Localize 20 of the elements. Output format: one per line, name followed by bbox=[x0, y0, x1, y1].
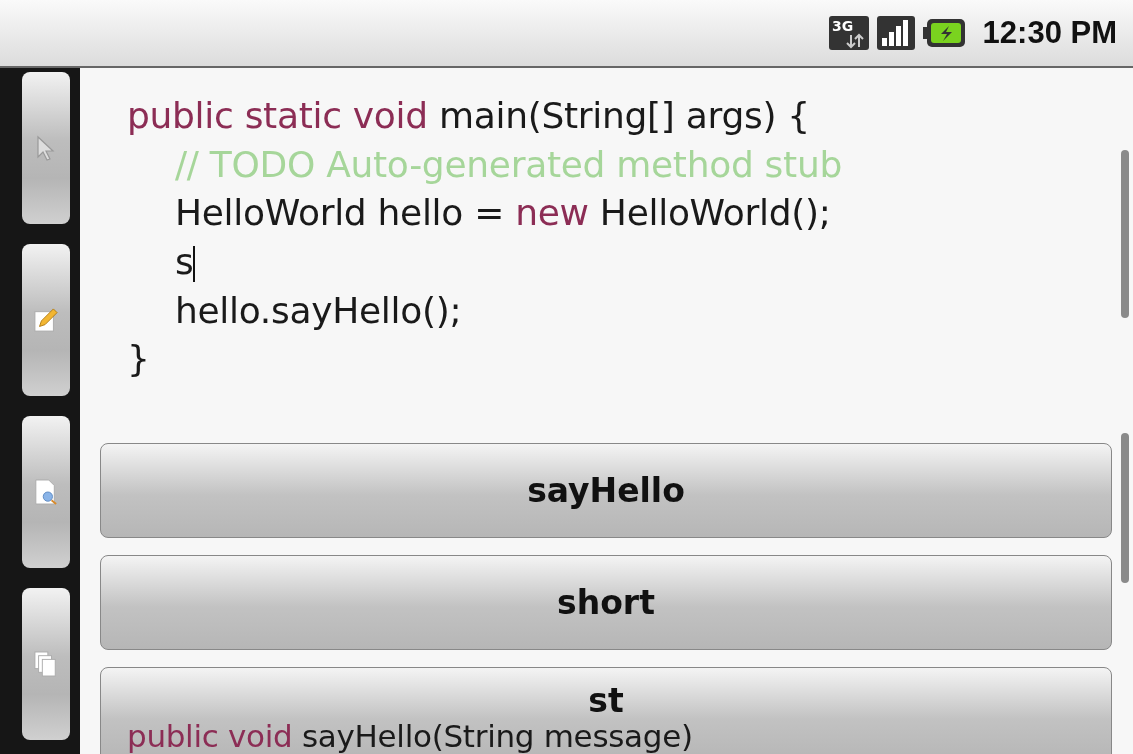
code-line: // TODO Auto-generated method stub bbox=[175, 143, 842, 185]
clock-time: 12:30 PM bbox=[982, 15, 1117, 51]
suggestion-button[interactable]: sayHello bbox=[100, 443, 1112, 538]
signal-icon bbox=[876, 16, 915, 50]
code-line: HelloWorld hello = new HelloWorld(); bbox=[175, 192, 831, 234]
code-line: public void sayHello(String message) bbox=[127, 718, 693, 754]
toolbar-button[interactable] bbox=[22, 416, 70, 568]
battery-charging-icon bbox=[922, 18, 967, 48]
code-line: hello.sayHello(); bbox=[175, 289, 462, 331]
document-search-icon bbox=[34, 479, 58, 505]
toolbar-button[interactable] bbox=[22, 588, 70, 740]
code-line: s bbox=[175, 241, 196, 283]
copy-icon bbox=[34, 651, 58, 677]
toolbar-button[interactable] bbox=[22, 72, 70, 224]
suggestion-button[interactable]: short bbox=[100, 555, 1112, 650]
network-type-icon: 3G bbox=[828, 16, 869, 50]
pencil-icon bbox=[34, 307, 58, 333]
code-line: public static void main(String[] args) { bbox=[127, 95, 810, 136]
code-line: } bbox=[127, 338, 150, 380]
toolbar-button[interactable] bbox=[22, 244, 70, 396]
